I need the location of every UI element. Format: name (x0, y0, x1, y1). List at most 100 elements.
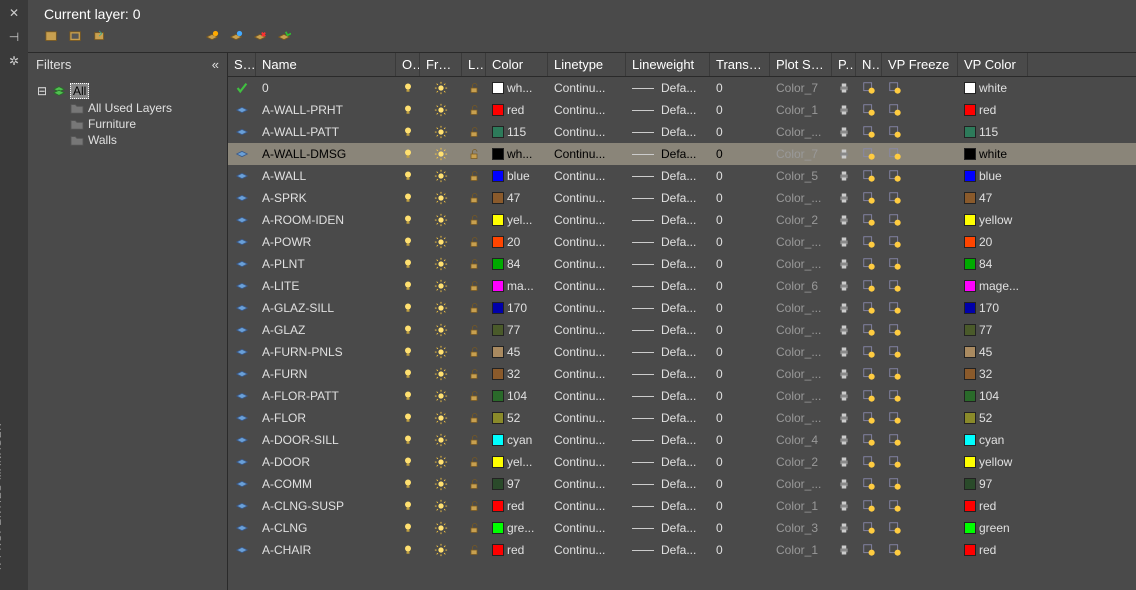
transparency-cell[interactable]: 0 (710, 433, 770, 447)
plot-cell[interactable] (832, 455, 856, 469)
vp-sun-icon[interactable] (888, 125, 902, 139)
newvp-cell[interactable] (856, 213, 882, 227)
newvp-cell[interactable] (856, 169, 882, 183)
sun-icon[interactable] (434, 257, 448, 271)
vpfreeze-cell[interactable] (882, 345, 958, 359)
freeze-cell[interactable] (420, 389, 462, 403)
linetype-cell[interactable]: Continu... (548, 455, 626, 469)
lock-cell[interactable] (462, 543, 486, 557)
newvp-cell[interactable] (856, 191, 882, 205)
vp-sun-icon[interactable] (888, 191, 902, 205)
plot-cell[interactable] (832, 345, 856, 359)
filter-tree-item[interactable]: All Used Layers (66, 100, 223, 116)
name-cell[interactable]: A-CLNG-SUSP (256, 499, 396, 513)
vp-sun-icon[interactable] (862, 433, 876, 447)
vp-sun-icon[interactable] (862, 367, 876, 381)
freeze-cell[interactable] (420, 279, 462, 293)
newvp-cell[interactable] (856, 389, 882, 403)
layer-row[interactable]: A-FLOR-PATT104Continu...Defa...0Color_..… (228, 385, 1136, 407)
name-cell[interactable]: A-WALL-PATT (256, 125, 396, 139)
vpfreeze-cell[interactable] (882, 433, 958, 447)
transparency-cell[interactable]: 0 (710, 147, 770, 161)
lock-cell[interactable] (462, 235, 486, 249)
linetype-cell[interactable]: Continu... (548, 389, 626, 403)
column-header-plot[interactable]: P... (832, 53, 856, 76)
lineweight-cell[interactable]: Defa... (626, 477, 710, 491)
color-cell[interactable]: 32 (486, 367, 548, 381)
transparency-cell[interactable]: 0 (710, 323, 770, 337)
gear-icon[interactable]: ✲ (9, 54, 19, 68)
printer-icon[interactable] (838, 279, 850, 293)
lightbulb-icon[interactable] (402, 477, 414, 491)
color-cell[interactable]: 104 (486, 389, 548, 403)
lightbulb-icon[interactable] (402, 301, 414, 315)
freeze-cell[interactable] (420, 433, 462, 447)
plotstyle-cell[interactable]: Color_... (770, 367, 832, 381)
lock-cell[interactable] (462, 147, 486, 161)
column-header-freeze[interactable]: Free... (420, 53, 462, 76)
plot-cell[interactable] (832, 213, 856, 227)
name-cell[interactable]: A-GLAZ-SILL (256, 301, 396, 315)
printer-icon[interactable] (838, 389, 850, 403)
on-cell[interactable] (396, 477, 420, 491)
lock-open-icon[interactable] (468, 389, 480, 403)
plotstyle-cell[interactable]: Color_6 (770, 279, 832, 293)
printer-icon[interactable] (838, 257, 850, 271)
status-cell[interactable] (228, 411, 256, 425)
plotstyle-cell[interactable]: Color_7 (770, 81, 832, 95)
printer-icon[interactable] (838, 521, 850, 535)
sun-icon[interactable] (434, 323, 448, 337)
printer-icon[interactable] (838, 367, 850, 381)
lock-open-icon[interactable] (468, 433, 480, 447)
plotstyle-cell[interactable]: Color_7 (770, 147, 832, 161)
vp-sun-icon[interactable] (862, 323, 876, 337)
filter-tree-all[interactable]: ⊟ All (32, 82, 223, 100)
freeze-cell[interactable] (420, 477, 462, 491)
sun-icon[interactable] (434, 345, 448, 359)
vpfreeze-cell[interactable] (882, 499, 958, 513)
lightbulb-icon[interactable] (402, 147, 414, 161)
plotstyle-cell[interactable]: Color_... (770, 345, 832, 359)
freeze-cell[interactable] (420, 499, 462, 513)
lock-open-icon[interactable] (468, 477, 480, 491)
on-cell[interactable] (396, 191, 420, 205)
sun-icon[interactable] (434, 521, 448, 535)
layer-row[interactable]: A-CLNGgre...Continu...Defa...0Color_3gre… (228, 517, 1136, 539)
lock-cell[interactable] (462, 103, 486, 117)
sun-icon[interactable] (434, 411, 448, 425)
vpcolor-cell[interactable]: yellow (958, 213, 1028, 227)
lineweight-cell[interactable]: Defa... (626, 235, 710, 249)
name-cell[interactable]: A-LITE (256, 279, 396, 293)
vp-sun-icon[interactable] (862, 499, 876, 513)
newvp-cell[interactable] (856, 301, 882, 315)
vpcolor-cell[interactable]: cyan (958, 433, 1028, 447)
transparency-cell[interactable]: 0 (710, 81, 770, 95)
column-header-newvp[interactable]: N... (856, 53, 882, 76)
vpfreeze-cell[interactable] (882, 411, 958, 425)
printer-icon[interactable] (838, 543, 850, 557)
sun-icon[interactable] (434, 125, 448, 139)
freeze-cell[interactable] (420, 455, 462, 469)
sun-icon[interactable] (434, 455, 448, 469)
on-cell[interactable] (396, 411, 420, 425)
lock-cell[interactable] (462, 455, 486, 469)
lock-open-icon[interactable] (468, 499, 480, 513)
color-cell[interactable]: ma... (486, 279, 548, 293)
vpcolor-cell[interactable]: yellow (958, 455, 1028, 469)
transparency-cell[interactable]: 0 (710, 169, 770, 183)
column-header-vpcolor[interactable]: VP Color (958, 53, 1028, 76)
layer-row[interactable]: A-FLOR52Continu...Defa...0Color_...52 (228, 407, 1136, 429)
column-header-linetype[interactable]: Linetype (548, 53, 626, 76)
plot-cell[interactable] (832, 103, 856, 117)
newvp-cell[interactable] (856, 499, 882, 513)
plot-cell[interactable] (832, 477, 856, 491)
name-cell[interactable]: A-DOOR (256, 455, 396, 469)
lock-cell[interactable] (462, 213, 486, 227)
transparency-cell[interactable]: 0 (710, 521, 770, 535)
name-cell[interactable]: A-WALL (256, 169, 396, 183)
plot-cell[interactable] (832, 411, 856, 425)
status-cell[interactable] (228, 279, 256, 293)
filter-tree-item[interactable]: Furniture (66, 116, 223, 132)
linetype-cell[interactable]: Continu... (548, 125, 626, 139)
linetype-cell[interactable]: Continu... (548, 345, 626, 359)
